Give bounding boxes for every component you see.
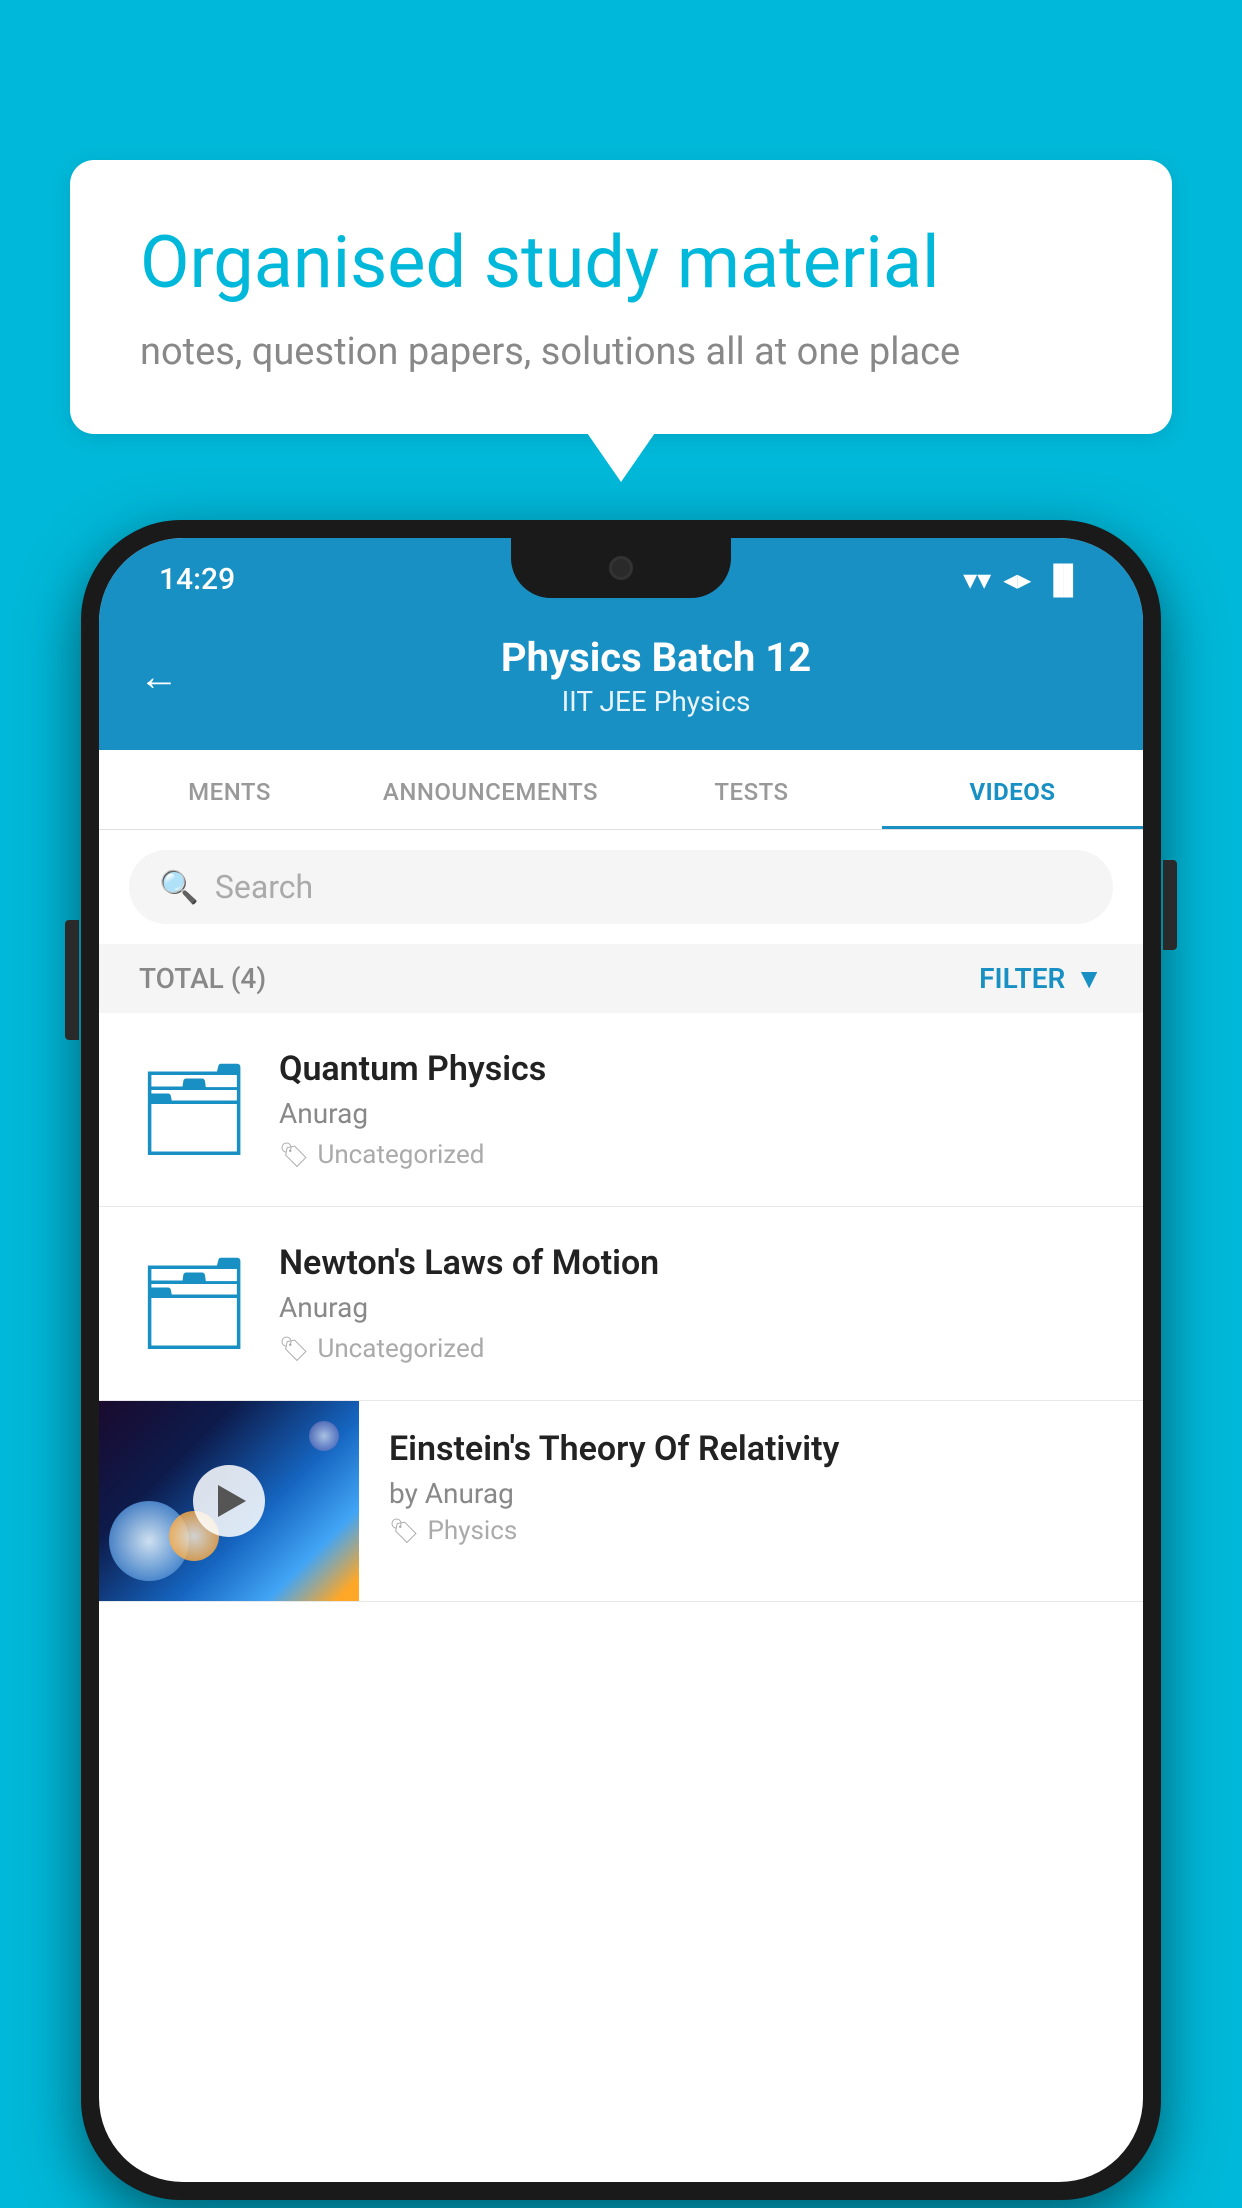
batch-subtitle: IIT JEE Physics — [209, 685, 1103, 718]
video-info: Newton's Laws of Motion Anurag 🏷 Uncateg… — [279, 1243, 1103, 1364]
header-title-wrap: Physics Batch 12 IIT JEE Physics — [209, 634, 1103, 718]
batch-title: Physics Batch 12 — [209, 634, 1103, 681]
tag-label: Physics — [427, 1516, 517, 1546]
video-author: Anurag — [279, 1097, 1103, 1130]
total-count: TOTAL (4) — [139, 962, 266, 995]
speech-bubble-subtitle: notes, question papers, solutions all at… — [140, 330, 1102, 374]
video-info: Quantum Physics Anurag 🏷 Uncategorized — [279, 1049, 1103, 1170]
video-list: 🗂 Quantum Physics Anurag 🏷 Uncategorized — [99, 1013, 1143, 1602]
folder-icon-wrap: 🗂 — [139, 1249, 249, 1359]
video-tag: 🏷 Physics — [389, 1516, 1113, 1546]
search-icon: 🔍 — [159, 868, 199, 906]
tag-icon: 🏷 — [279, 1141, 309, 1169]
tab-announcements[interactable]: ANNOUNCEMENTS — [360, 750, 621, 829]
speech-bubble: Organised study material notes, question… — [70, 160, 1172, 434]
video-tag: 🏷 Uncategorized — [279, 1334, 1103, 1364]
wifi-icon: ▾▾ — [963, 563, 991, 596]
filter-row: TOTAL (4) FILTER ▼ — [99, 944, 1143, 1013]
video-title: Einstein's Theory Of Relativity — [389, 1429, 1113, 1469]
speech-bubble-title: Organised study material — [140, 220, 1102, 306]
phone-notch — [511, 538, 731, 598]
video-tag: 🏷 Uncategorized — [279, 1140, 1103, 1170]
phone-screen: 14:29 ▾▾ ◂▸ ▐▌ ← Physics Batch 12 IIT JE… — [99, 538, 1143, 2182]
tag-label: Uncategorized — [317, 1334, 484, 1364]
tag-icon: 🏷 — [389, 1517, 419, 1545]
play-triangle-icon — [218, 1485, 246, 1517]
video-title: Quantum Physics — [279, 1049, 1103, 1089]
play-button[interactable] — [193, 1465, 265, 1537]
search-box[interactable]: 🔍 Search — [129, 850, 1113, 924]
folder-icon: 🗂 — [137, 1065, 251, 1155]
back-button[interactable]: ← — [139, 653, 179, 700]
video-info: Einstein's Theory Of Relativity by Anura… — [359, 1401, 1143, 1574]
search-placeholder[interactable]: Search — [215, 868, 313, 906]
filter-funnel-icon: ▼ — [1075, 962, 1103, 995]
filter-label: FILTER — [979, 962, 1065, 995]
tab-videos[interactable]: VIDEOS — [882, 750, 1143, 829]
tag-label: Uncategorized — [317, 1140, 484, 1170]
tag-icon: 🏷 — [279, 1335, 309, 1363]
orb-decoration — [309, 1421, 339, 1451]
video-title: Newton's Laws of Motion — [279, 1243, 1103, 1283]
tab-tests[interactable]: TESTS — [621, 750, 882, 829]
list-item[interactable]: Einstein's Theory Of Relativity by Anura… — [99, 1401, 1143, 1602]
video-author: Anurag — [279, 1291, 1103, 1324]
phone-mockup: 14:29 ▾▾ ◂▸ ▐▌ ← Physics Batch 12 IIT JE… — [81, 520, 1161, 2200]
list-item[interactable]: 🗂 Quantum Physics Anurag 🏷 Uncategorized — [99, 1013, 1143, 1207]
search-container: 🔍 Search — [99, 830, 1143, 944]
signal-icon: ◂▸ — [1003, 563, 1031, 596]
phone-outer: 14:29 ▾▾ ◂▸ ▐▌ ← Physics Batch 12 IIT JE… — [81, 520, 1161, 2200]
video-author: by Anurag — [389, 1477, 1113, 1510]
tabs-bar: MENTS ANNOUNCEMENTS TESTS VIDEOS — [99, 750, 1143, 830]
battery-icon: ▐▌ — [1043, 563, 1083, 596]
app-header: ← Physics Batch 12 IIT JEE Physics — [99, 610, 1143, 750]
tab-ments[interactable]: MENTS — [99, 750, 360, 829]
folder-icon: 🗂 — [137, 1259, 251, 1349]
filter-button[interactable]: FILTER ▼ — [979, 962, 1103, 995]
front-camera — [609, 556, 633, 580]
video-thumbnail — [99, 1401, 359, 1601]
folder-icon-wrap: 🗂 — [139, 1055, 249, 1165]
status-icons: ▾▾ ◂▸ ▐▌ — [963, 563, 1083, 596]
status-time: 14:29 — [159, 562, 235, 597]
list-item[interactable]: 🗂 Newton's Laws of Motion Anurag 🏷 Uncat… — [99, 1207, 1143, 1401]
